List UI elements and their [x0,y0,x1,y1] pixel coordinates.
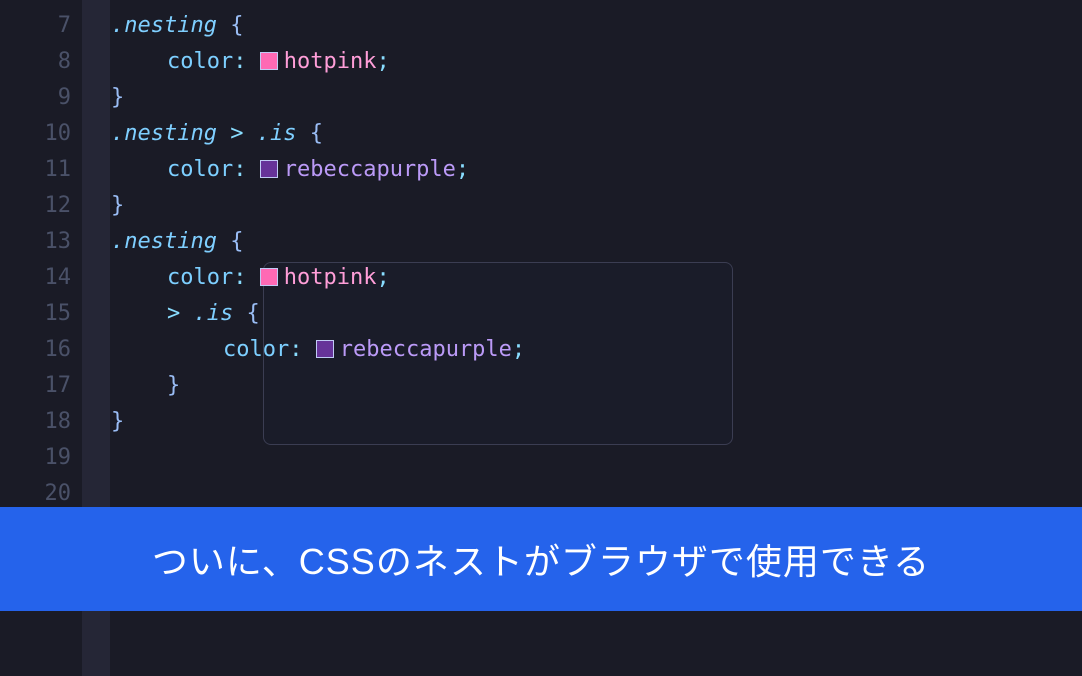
brace-close: } [167,373,180,398]
line-number: 8 [0,44,105,80]
line-number: 18 [0,404,105,440]
combinator: > [217,121,257,146]
css-value: hotpink [284,49,377,74]
css-property: color [167,49,233,74]
brace-close: } [111,193,124,218]
brace-open: { [217,229,244,254]
color-swatch-icon [260,160,278,178]
code-line: color: rebeccapurple; [111,152,1082,188]
code-line: } [111,80,1082,116]
line-number: 7 [0,8,105,44]
line-number: 12 [0,188,105,224]
semicolon: ; [376,265,389,290]
code-line: .nesting { [111,8,1082,44]
colon: : [233,157,246,182]
colon: : [289,337,302,362]
line-number: 9 [0,80,105,116]
css-selector: .is [257,121,297,146]
code-line: color: hotpink; [111,44,1082,80]
css-selector: .nesting [111,229,217,254]
semicolon: ; [456,157,469,182]
css-value: rebeccapurple [284,157,456,182]
code-line: } [111,368,1082,404]
line-number: 15 [0,296,105,332]
code-line [111,440,1082,476]
css-property: color [223,337,289,362]
code-line: color: hotpink; [111,260,1082,296]
brace-close: } [111,85,124,110]
css-value: hotpink [284,265,377,290]
code-line: .nesting > .is { [111,116,1082,152]
combinator: > [167,301,194,326]
announcement-banner: ついに、CSSのネストがブラウザで使用できる [0,507,1082,611]
brace-open: { [233,301,260,326]
brace-open: { [217,13,244,38]
code-line: } [111,404,1082,440]
line-number: 17 [0,368,105,404]
line-number: 14 [0,260,105,296]
brace-close: } [111,409,124,434]
colon: : [233,49,246,74]
color-swatch-icon [316,340,334,358]
color-swatch-icon [260,52,278,70]
line-number: 16 [0,332,105,368]
line-number: 11 [0,152,105,188]
code-line: .nesting { [111,224,1082,260]
colon: : [233,265,246,290]
css-selector: .nesting [111,13,217,38]
css-selector: .nesting [111,121,217,146]
semicolon: ; [376,49,389,74]
code-line: } [111,188,1082,224]
css-value: rebeccapurple [340,337,512,362]
css-selector: .is [194,301,234,326]
line-number: 19 [0,440,105,476]
code-line: > .is { [111,296,1082,332]
banner-text: ついに、CSSのネストがブラウザで使用できる [152,541,930,582]
color-swatch-icon [260,268,278,286]
css-property: color [167,265,233,290]
semicolon: ; [512,337,525,362]
code-line: color: rebeccapurple; [111,332,1082,368]
css-property: color [167,157,233,182]
line-number: 13 [0,224,105,260]
line-number: 10 [0,116,105,152]
brace-open: { [296,121,323,146]
